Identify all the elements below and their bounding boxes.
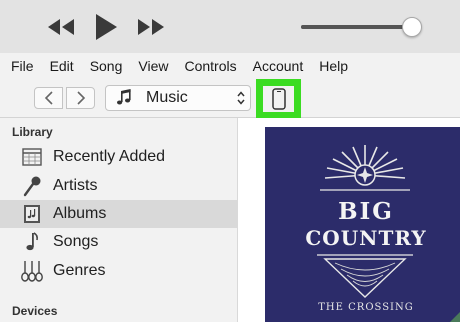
iphone-icon: [271, 88, 286, 110]
rewind-icon: [48, 19, 74, 35]
chevron-left-icon: [44, 91, 53, 105]
sidebar-item-label: Artists: [53, 177, 98, 194]
fast-forward-button[interactable]: [134, 12, 168, 42]
album-cover[interactable]: BIG COUNTRY THE CROSSING: [265, 127, 460, 322]
menu-help[interactable]: Help: [319, 58, 348, 74]
rewind-button[interactable]: [44, 12, 78, 42]
album-icon: [21, 203, 43, 225]
up-down-arrows-icon: [237, 91, 245, 105]
play-button[interactable]: [90, 12, 122, 42]
guitar-icon: [21, 260, 43, 282]
album-subtitle: THE CROSSING: [318, 302, 414, 313]
sidebar-item-label: Albums: [53, 205, 107, 222]
album-title-line1: BIG: [338, 198, 394, 225]
devices-heading: Devices: [12, 304, 58, 318]
play-icon: [96, 14, 117, 40]
menu-view[interactable]: View: [138, 58, 168, 74]
menu-edit[interactable]: Edit: [50, 58, 74, 74]
volume-knob[interactable]: [401, 17, 422, 37]
forward-button[interactable]: [66, 87, 95, 109]
volume-fill: [301, 25, 412, 29]
menu-file[interactable]: File: [11, 58, 34, 74]
player-bar: [0, 0, 460, 53]
music-note-icon: [21, 231, 43, 253]
menu-bar: File Edit Song View Controls Account Hel…: [0, 53, 460, 79]
sidebar-item-albums[interactable]: Albums: [0, 200, 237, 228]
album-title-line2: COUNTRY: [305, 226, 427, 250]
back-button[interactable]: [34, 87, 63, 109]
toolbar: Music: [0, 79, 460, 119]
music-note-icon: [115, 89, 133, 107]
sidebar: Library Recently Added Artists Albums So…: [0, 118, 238, 322]
calendar-grid-icon: [21, 146, 43, 168]
menu-account[interactable]: Account: [253, 58, 304, 74]
sidebar-item-recently-added[interactable]: Recently Added: [0, 143, 237, 171]
sidebar-item-label: Songs: [53, 233, 99, 250]
sidebar-item-artists[interactable]: Artists: [0, 172, 237, 200]
microphone-icon: [21, 175, 43, 197]
sidebar-item-genres[interactable]: Genres: [0, 257, 237, 285]
media-type-label: Music: [146, 89, 188, 106]
library-heading: Library: [12, 125, 53, 139]
fast-forward-icon: [138, 19, 164, 35]
menu-controls[interactable]: Controls: [184, 58, 236, 74]
sidebar-item-label: Genres: [53, 262, 106, 279]
menu-song[interactable]: Song: [90, 58, 123, 74]
device-button[interactable]: [263, 86, 294, 112]
main-content: BIG COUNTRY THE CROSSING: [239, 118, 460, 322]
sidebar-item-songs[interactable]: Songs: [0, 228, 237, 256]
media-type-select[interactable]: Music: [105, 85, 251, 111]
sidebar-item-label: Recently Added: [53, 148, 166, 165]
volume-slider[interactable]: [301, 17, 422, 37]
chevron-right-icon: [76, 91, 85, 105]
